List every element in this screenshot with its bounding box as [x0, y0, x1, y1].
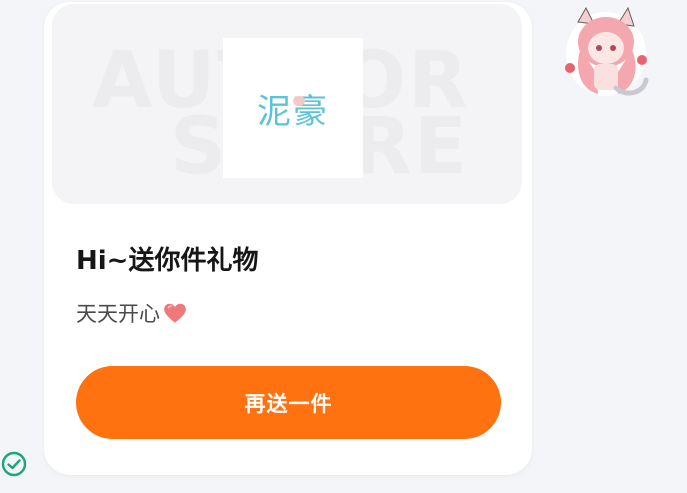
heart-icon	[164, 303, 186, 323]
anime-girl-sticker	[565, 6, 649, 96]
logo-text: 泥豪	[257, 91, 329, 132]
gift-logo: 泥豪	[223, 38, 363, 178]
check-circle-icon	[1, 451, 27, 477]
gift-subtitle: 天天开心	[76, 302, 160, 326]
send-again-button[interactable]: 再送一件	[76, 366, 501, 439]
gift-subtitle-row: 天天开心	[76, 298, 188, 328]
gift-banner: AUTHOR STORE 泥豪	[52, 4, 522, 204]
logo-cat-icon	[293, 96, 305, 106]
gift-title: Hi~送你件礼物	[76, 246, 259, 276]
gift-card: AUTHOR STORE 泥豪 Hi~送你件礼物 天天开心 再送一件	[44, 2, 532, 475]
